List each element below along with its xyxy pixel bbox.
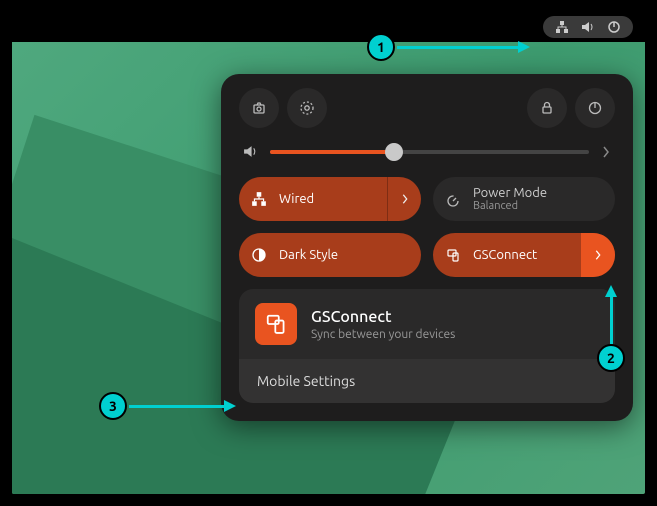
callout-1: 1 [367, 33, 395, 61]
submenu-header: GSConnect Sync between your devices [239, 289, 615, 359]
top-bar [12, 12, 645, 42]
wired-label: Wired [279, 192, 387, 206]
system-tray[interactable] [543, 16, 633, 38]
gsconnect-label: GSConnect [473, 248, 581, 262]
callout-3: 3 [99, 392, 127, 420]
volume-expand-icon[interactable] [601, 145, 611, 159]
panel-header [239, 88, 615, 128]
network-icon[interactable] [555, 20, 569, 34]
volume-slider[interactable] [270, 150, 589, 154]
quick-settings-panel: Wired Power Mode Balanced [221, 74, 633, 421]
submenu-title: GSConnect [311, 308, 455, 326]
volume-thumb[interactable] [385, 143, 403, 161]
gsconnect-submenu: GSConnect Sync between your devices Mobi… [239, 289, 615, 403]
callout-3-arrow [129, 405, 225, 408]
wired-arrow[interactable] [387, 177, 421, 221]
power-icon[interactable] [607, 20, 621, 34]
darkstyle-label: Dark Style [279, 248, 421, 262]
screenshot-button[interactable] [239, 88, 279, 128]
tile-dark-style[interactable]: Dark Style [239, 233, 421, 277]
powermode-label: Power Mode [473, 186, 615, 200]
volume-speaker-icon [243, 144, 258, 159]
settings-button[interactable] [287, 88, 327, 128]
gsconnect-app-icon [255, 303, 297, 345]
callout-3-arrowhead [224, 400, 236, 412]
callout-1-arrowhead [518, 41, 530, 53]
callout-2-arrow [610, 296, 613, 344]
gsconnect-arrow[interactable] [581, 233, 615, 277]
submenu-desc: Sync between your devices [311, 328, 455, 341]
callout-1-arrow [397, 46, 519, 49]
callout-2: 2 [597, 344, 625, 372]
tile-power-mode[interactable]: Power Mode Balanced [433, 177, 615, 221]
gsconnect-icon [433, 247, 473, 263]
lock-button[interactable] [527, 88, 567, 128]
desktop: Wired Power Mode Balanced [12, 42, 645, 494]
volume-row [239, 142, 615, 161]
darkstyle-icon [239, 247, 279, 263]
powermode-icon [433, 191, 473, 207]
tile-gsconnect[interactable]: GSConnect [433, 233, 615, 277]
powermode-sub: Balanced [473, 200, 615, 212]
tile-wired[interactable]: Wired [239, 177, 421, 221]
power-button[interactable] [575, 88, 615, 128]
mobile-settings-item[interactable]: Mobile Settings [239, 359, 615, 403]
callout-2-arrowhead [605, 285, 617, 297]
volume-icon[interactable] [581, 20, 595, 34]
wired-icon [239, 191, 279, 207]
